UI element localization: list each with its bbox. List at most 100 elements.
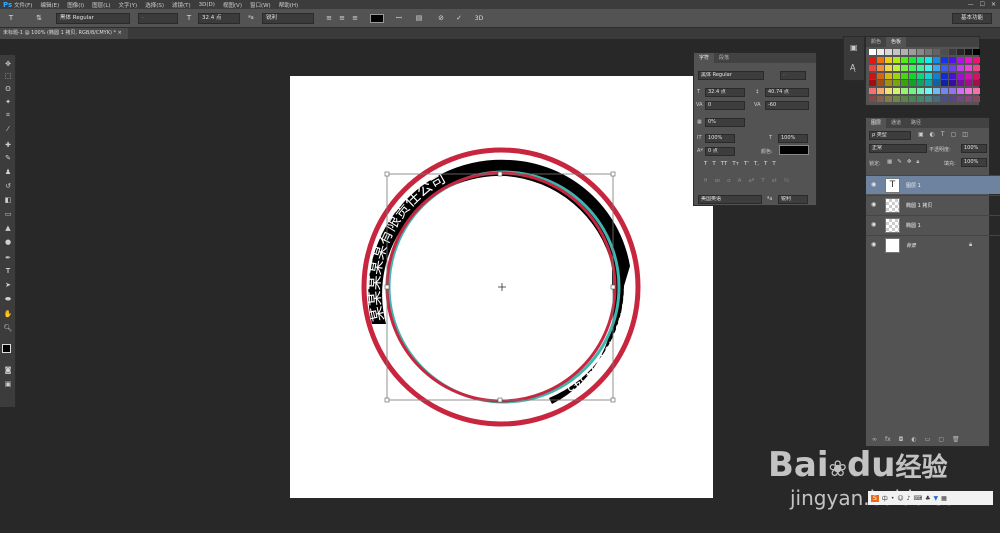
color-swatch[interactable] bbox=[957, 56, 964, 63]
pen-tool-icon[interactable]: ✒ bbox=[2, 253, 14, 264]
color-swatch[interactable] bbox=[901, 96, 908, 103]
char-vertical-scale-field[interactable]: 100% bbox=[705, 134, 735, 143]
color-swatch[interactable] bbox=[965, 56, 972, 63]
char-color-swatch[interactable] bbox=[779, 145, 809, 155]
menu-select[interactable]: 选择(S) bbox=[145, 1, 164, 9]
color-swatch[interactable] bbox=[917, 88, 924, 95]
path-selection-tool-icon[interactable]: ➤ bbox=[2, 280, 14, 291]
color-swatch[interactable] bbox=[877, 88, 884, 95]
ornaments-icon[interactable]: T bbox=[761, 178, 764, 186]
delete-layer-icon[interactable]: 🗑︎ bbox=[952, 436, 960, 443]
horizontal-type-tool-icon[interactable]: T bbox=[2, 266, 14, 277]
color-swatch[interactable] bbox=[957, 49, 964, 55]
screen-mode-icon[interactable]: ▣ bbox=[2, 379, 14, 390]
color-swatch[interactable] bbox=[893, 80, 900, 87]
color-swatch[interactable] bbox=[893, 96, 900, 103]
color-swatch[interactable] bbox=[941, 72, 948, 79]
color-swatch[interactable] bbox=[973, 64, 980, 71]
lock-all-icon[interactable]: 🔒︎ bbox=[916, 159, 919, 166]
tab-paragraph[interactable]: 段落 bbox=[714, 53, 734, 63]
ime-skin-icon[interactable]: ♣ bbox=[925, 495, 930, 502]
color-swatch[interactable] bbox=[909, 56, 916, 63]
color-swatch[interactable] bbox=[893, 56, 900, 63]
color-swatch[interactable] bbox=[949, 88, 956, 95]
color-swatch[interactable] bbox=[909, 80, 916, 87]
tab-color[interactable]: 颜色 bbox=[866, 37, 886, 47]
tab-character[interactable]: 字符 bbox=[694, 53, 715, 63]
underline-button[interactable]: T bbox=[764, 161, 767, 169]
ime-emoji-icon[interactable]: ☺ bbox=[897, 495, 903, 502]
color-swatch[interactable] bbox=[909, 49, 916, 55]
ime-punct-icon[interactable]: • bbox=[891, 495, 895, 502]
all-caps-button[interactable]: TT bbox=[721, 161, 728, 169]
zoom-tool-icon[interactable]: 🔍︎ bbox=[2, 323, 14, 334]
new-layer-icon[interactable]: ▢ bbox=[938, 436, 944, 443]
color-swatch[interactable] bbox=[917, 64, 924, 71]
ime-voice-icon[interactable]: ♪ bbox=[907, 495, 911, 502]
color-swatch[interactable] bbox=[869, 72, 876, 79]
type-tool-icon[interactable]: T bbox=[6, 14, 16, 23]
layer-row[interactable]: ◉ 背景 🔒︎ bbox=[866, 235, 1000, 254]
color-swatch[interactable] bbox=[925, 49, 932, 55]
color-swatch[interactable] bbox=[893, 72, 900, 79]
eyedropper-tool-icon[interactable]: ⁄ bbox=[2, 124, 14, 135]
dodge-tool-icon[interactable]: ● bbox=[2, 237, 14, 248]
eraser-tool-icon[interactable]: ◧ bbox=[2, 195, 14, 206]
bbox-handle[interactable] bbox=[610, 284, 616, 290]
bbox-handle[interactable] bbox=[384, 171, 390, 177]
color-swatch[interactable] bbox=[965, 49, 972, 55]
lock-transparent-icon[interactable]: ▦ bbox=[887, 159, 892, 166]
color-swatch[interactable] bbox=[925, 72, 932, 79]
color-swatch[interactable] bbox=[941, 49, 948, 55]
color-swatch[interactable] bbox=[869, 64, 876, 71]
workspace-select[interactable]: 基本功能 bbox=[952, 13, 992, 24]
font-style-select[interactable]: - bbox=[138, 13, 178, 24]
stylistic-alt-icon[interactable]: ɑ bbox=[727, 178, 731, 186]
color-swatch[interactable] bbox=[933, 88, 940, 95]
color-swatch[interactable] bbox=[909, 64, 916, 71]
color-swatch[interactable] bbox=[869, 49, 876, 55]
lock-position-icon[interactable]: ✥ bbox=[907, 159, 912, 166]
commit-icon[interactable]: ✓ bbox=[454, 14, 464, 23]
color-swatch[interactable] bbox=[917, 96, 924, 103]
color-swatch[interactable] bbox=[925, 64, 932, 71]
swatch-grid[interactable] bbox=[869, 49, 980, 103]
color-swatch[interactable] bbox=[973, 96, 980, 103]
char-tsume-field[interactable]: 0% bbox=[705, 118, 745, 127]
close-tab-icon[interactable]: × bbox=[118, 30, 122, 36]
gradient-tool-icon[interactable]: ▭ bbox=[2, 209, 14, 220]
color-swatch[interactable] bbox=[973, 49, 980, 55]
swash-icon[interactable]: ꝏ bbox=[714, 178, 720, 186]
language-select[interactable]: 美国英语 bbox=[698, 195, 762, 204]
close-button[interactable]: ✕ bbox=[991, 1, 996, 8]
color-swatch[interactable] bbox=[933, 64, 940, 71]
crop-tool-icon[interactable]: ⌗ bbox=[2, 110, 14, 121]
color-swatch[interactable] bbox=[933, 96, 940, 103]
cancel-icon[interactable]: ⊘ bbox=[436, 14, 446, 23]
color-swatch[interactable] bbox=[901, 56, 908, 63]
color-swatch[interactable] bbox=[949, 56, 956, 63]
char-tracking-field[interactable]: -60 bbox=[765, 101, 809, 110]
color-swatch[interactable] bbox=[885, 88, 892, 95]
hand-tool-icon[interactable]: ✋ bbox=[2, 309, 14, 320]
menu-help[interactable]: 帮助(H) bbox=[279, 1, 298, 9]
color-swatch[interactable] bbox=[957, 80, 964, 87]
color-swatch[interactable] bbox=[965, 64, 972, 71]
toggle-orientation-icon[interactable]: ⇅ bbox=[34, 14, 44, 23]
link-layers-icon[interactable]: ∞ bbox=[872, 436, 877, 443]
color-swatch[interactable] bbox=[957, 72, 964, 79]
color-swatch[interactable] bbox=[869, 80, 876, 87]
color-swatch[interactable] bbox=[965, 88, 972, 95]
char-font-style-select[interactable]: - bbox=[780, 71, 806, 80]
add-mask-icon[interactable]: ◘ bbox=[899, 436, 904, 443]
faux-bold-button[interactable]: T bbox=[704, 161, 707, 169]
filter-shape-icon[interactable]: ▢ bbox=[951, 131, 957, 138]
color-swatch[interactable] bbox=[973, 80, 980, 87]
color-swatch[interactable] bbox=[877, 49, 884, 55]
menu-image[interactable]: 图像(I) bbox=[67, 1, 84, 9]
tab-channels[interactable]: 通道 bbox=[886, 118, 906, 128]
char-baseline-field[interactable]: 0 点 bbox=[705, 147, 735, 156]
quick-mask-icon[interactable]: ◙ bbox=[2, 365, 14, 376]
color-swatch[interactable] bbox=[885, 56, 892, 63]
fill-field[interactable]: 100% bbox=[961, 158, 987, 167]
